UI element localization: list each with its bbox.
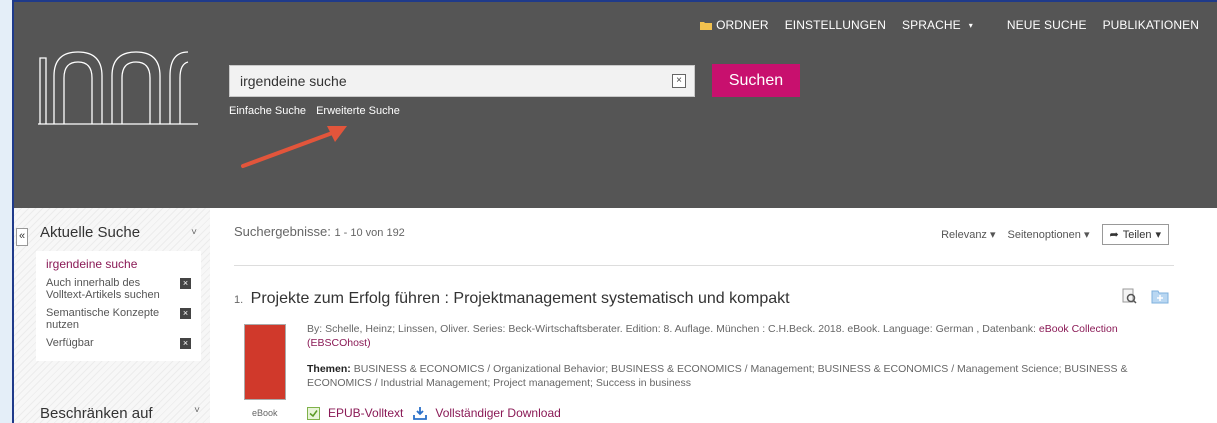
language-dropdown[interactable]: SPRACHE ▾ [894, 18, 981, 32]
share-icon: ➦ [1109, 229, 1119, 241]
caret-down-icon: ▾ [1155, 229, 1161, 241]
folder-label: ORDNER [716, 18, 769, 32]
basic-search-link[interactable]: Einfache Suche [229, 105, 306, 117]
filter-label: Auch innerhalb des Volltext-Artikels suc… [46, 277, 160, 301]
filter-row: Auch innerhalb des Volltext-Artikels suc… [46, 277, 191, 301]
collapse-sidebar-icon[interactable]: « [16, 228, 28, 246]
share-button[interactable]: ➦ Teilen ▾ [1101, 224, 1169, 245]
advanced-search-link[interactable]: Erweiterte Suche [316, 105, 400, 117]
current-search-body: irgendeine suche Auch innerhalb des Voll… [36, 251, 201, 361]
result-actions [1121, 288, 1169, 304]
annotation-arrow-icon [241, 126, 347, 168]
themes-text: BUSINESS & ECONOMICS / Organizational Be… [307, 363, 1128, 389]
divider [234, 265, 1174, 266]
results-label: Suchergebnisse: [234, 224, 331, 239]
remove-filter-icon[interactable]: × [180, 338, 191, 349]
publications-label: PUBLIKATIONEN [1102, 18, 1199, 32]
search-input[interactable] [240, 66, 660, 96]
settings-label: EINSTELLUNGEN [784, 18, 887, 32]
current-query: irgendeine suche [46, 257, 138, 271]
caret-down-icon: ▾ [968, 20, 973, 30]
new-search-label: NEUE SUCHE [1006, 18, 1087, 32]
current-search-header[interactable]: Aktuelle Suche ˅ [36, 214, 201, 247]
result-themes: Themen: BUSINESS & ECONOMICS / Organizat… [307, 362, 1167, 390]
page-options-dropdown[interactable]: Seitenoptionen ▾ [1008, 228, 1090, 241]
results-toolbar: Relevanz ▾ Seitenoptionen ▾ ➦ Teilen ▾ [941, 224, 1169, 245]
filter-row: Semantische Konzepte nutzen × [46, 307, 191, 331]
chevron-down-icon: ˅ [191, 227, 197, 238]
themes-label: Themen: [307, 363, 351, 375]
remove-filter-icon[interactable]: × [180, 308, 191, 319]
download-label: Vollständiger Download [435, 406, 561, 420]
current-search-panel: Aktuelle Suche ˅ irgendeine suche Auch i… [36, 214, 201, 361]
book-cover-thumbnail[interactable] [244, 324, 286, 400]
result-title-link[interactable]: Projekte zum Erfolg führen : Projektmana… [251, 290, 790, 307]
publications-link[interactable]: PUBLIKATIONEN [1095, 18, 1207, 32]
filter-label: Semantische Konzepte nutzen [46, 307, 160, 331]
result-title: 1. Projekte zum Erfolg führen : Projektm… [234, 290, 790, 308]
epub-label: EPUB-Volltext [328, 406, 404, 420]
result-number: 1. [234, 294, 244, 306]
result-meta: By: Schelle, Heinz; Linssen, Oliver. Ser… [307, 322, 1167, 350]
preview-icon[interactable] [1121, 288, 1137, 304]
share-label: Teilen [1122, 228, 1152, 241]
search-button[interactable]: Suchen [712, 64, 800, 97]
clear-search-icon[interactable]: × [672, 74, 686, 88]
full-download-link[interactable]: Vollständiger Download [413, 406, 561, 420]
current-search-title: Aktuelle Suche [40, 224, 141, 241]
top-navigation: ORDNER EINSTELLUNGEN SPRACHE ▾ NEUE SUCH… [692, 18, 1207, 32]
results-range: 1 - 10 von 192 [334, 227, 405, 239]
filter-row: Verfügbar × [46, 337, 191, 349]
epub-fulltext-link[interactable]: EPUB-Volltext [307, 406, 403, 420]
add-to-folder-icon[interactable] [1151, 288, 1169, 304]
limit-to-title: Beschränken auf [40, 405, 153, 422]
chevron-down-icon: ˅ [194, 405, 200, 416]
search-mode-links: Einfache Suche Erweiterte Suche [229, 105, 400, 117]
folder-icon [700, 21, 713, 30]
new-search-link[interactable]: NEUE SUCHE [999, 18, 1095, 32]
language-label: SPRACHE [902, 18, 961, 32]
result-links: EPUB-Volltext Vollständiger Download [307, 406, 561, 420]
limit-to-header[interactable]: Beschränken auf ˅ [40, 405, 200, 422]
app-frame: ORDNER EINSTELLUNGEN SPRACHE ▾ NEUE SUCH… [12, 0, 1217, 423]
settings-link[interactable]: EINSTELLUNGEN [777, 18, 894, 32]
result-type: eBook [252, 408, 278, 418]
logo[interactable] [38, 36, 198, 126]
sort-dropdown[interactable]: Relevanz ▾ [941, 228, 995, 241]
filter-label: Verfügbar [46, 337, 94, 349]
remove-filter-icon[interactable]: × [180, 278, 191, 289]
page-options-label: Seitenoptionen [1007, 229, 1081, 241]
sort-label: Relevanz [941, 229, 987, 241]
search-box: × [229, 65, 695, 97]
download-icon [413, 407, 428, 420]
epub-icon [307, 406, 320, 420]
header: ORDNER EINSTELLUNGEN SPRACHE ▾ NEUE SUCH… [14, 2, 1217, 208]
result-meta-text: By: Schelle, Heinz; Linssen, Oliver. Ser… [307, 323, 1036, 335]
sidebar: « Aktuelle Suche ˅ irgendeine suche Auch… [14, 208, 210, 423]
results-count: Suchergebnisse: 1 - 10 von 192 [234, 224, 405, 239]
folder-link[interactable]: ORDNER [692, 18, 777, 32]
